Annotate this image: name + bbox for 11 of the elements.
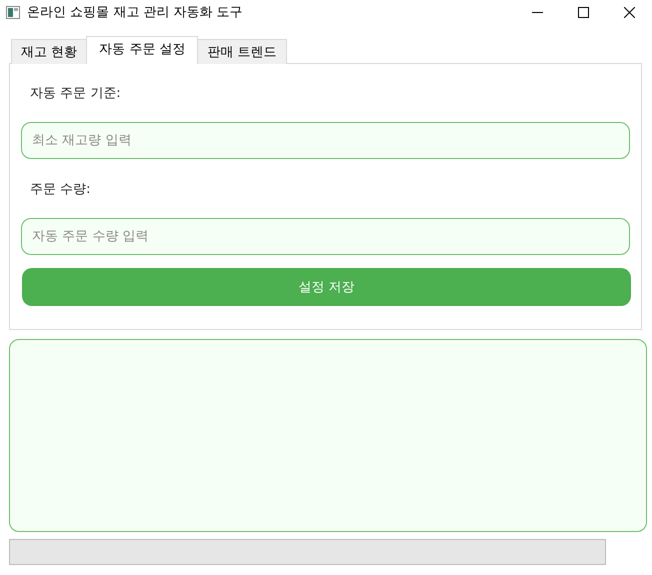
- app-icon: [6, 6, 20, 18]
- maximize-icon[interactable]: [578, 6, 589, 18]
- input-field[interactable]: 최소 재고량 입력: [21, 122, 630, 159]
- field-label: 자동 주문 기준:: [30, 85, 121, 102]
- tab[interactable]: 재고 현황: [11, 39, 88, 64]
- field-label: 주문 수량:: [30, 181, 91, 198]
- tab[interactable]: 자동 주문 설정: [86, 36, 198, 64]
- close-icon[interactable]: [624, 6, 635, 18]
- tab[interactable]: 판매 트렌드: [197, 39, 287, 64]
- window-title: 온라인 쇼핑몰 재고 관리 자동화 도구: [27, 4, 243, 21]
- input-field[interactable]: 자동 주문 수량 입력: [21, 218, 630, 255]
